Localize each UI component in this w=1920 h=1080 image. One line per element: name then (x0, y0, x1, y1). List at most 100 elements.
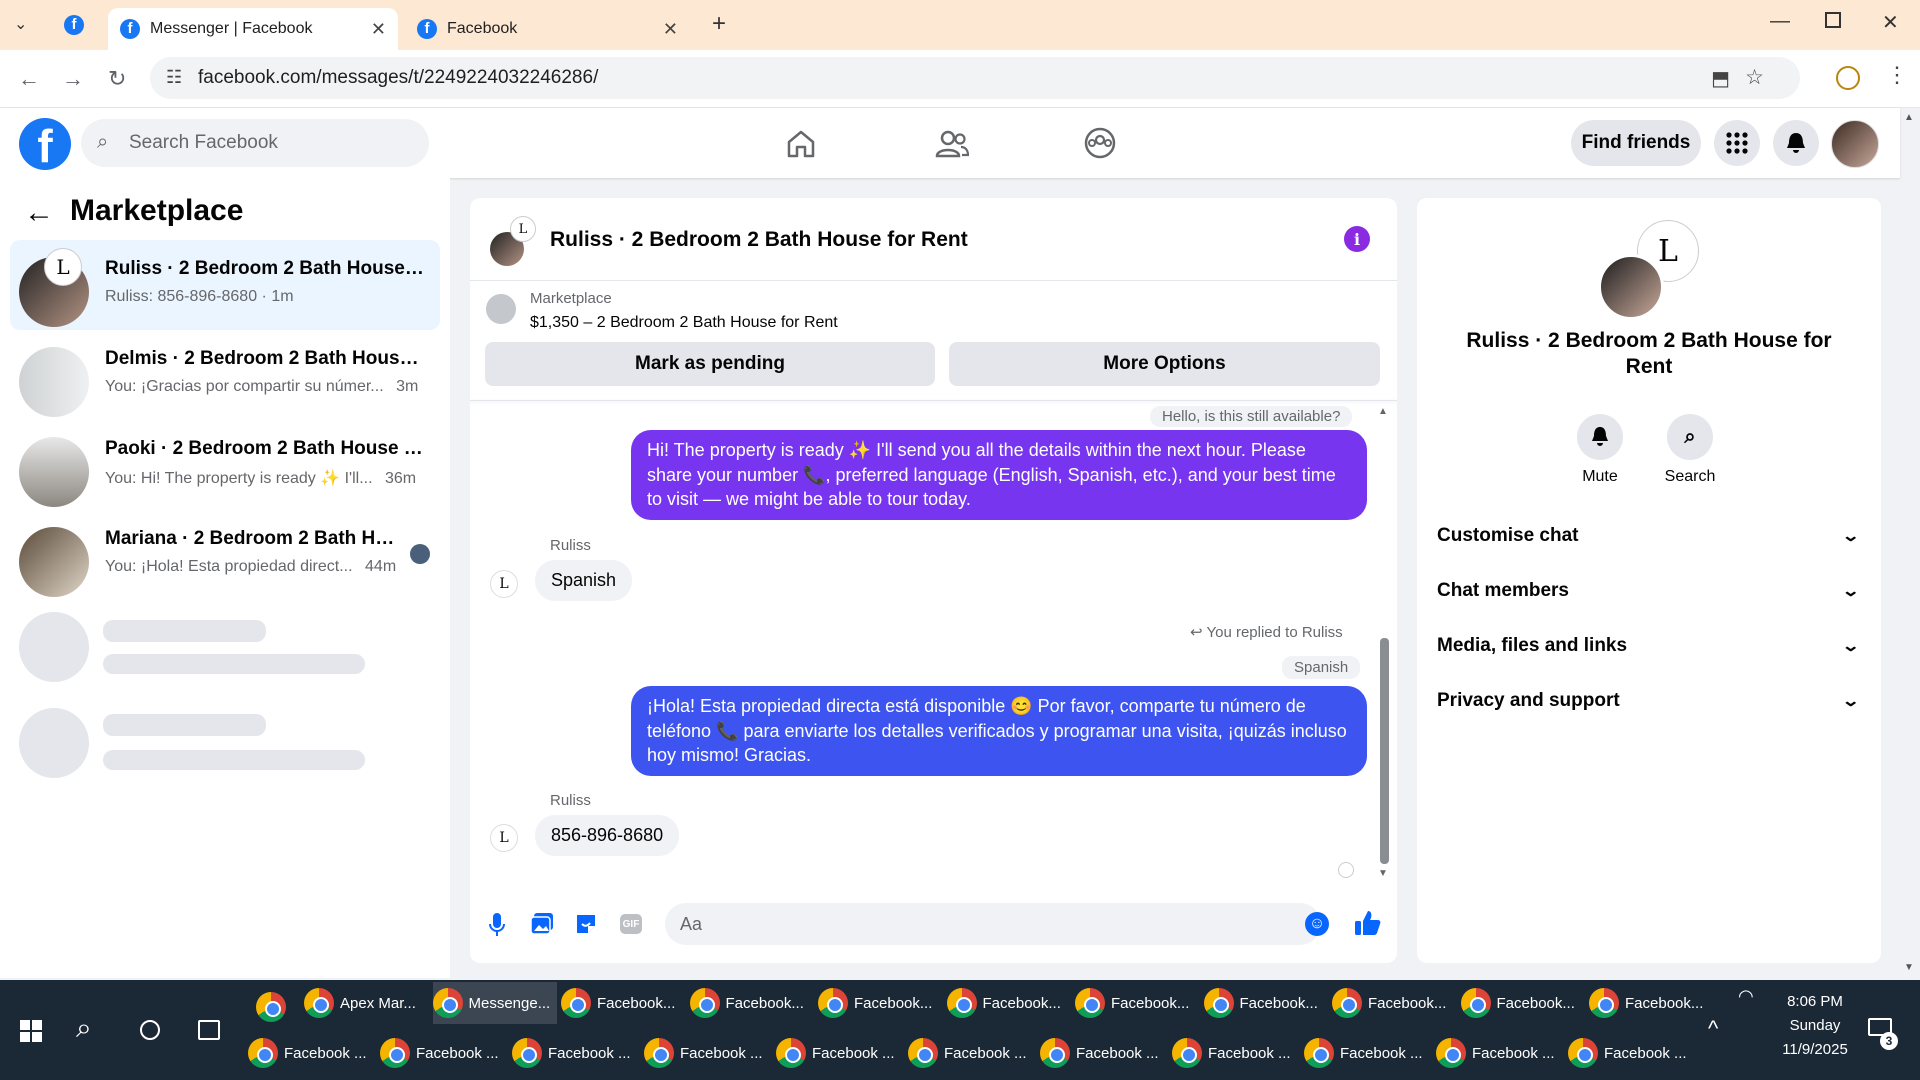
conversation-item-paoki[interactable]: Paoki · 2 Bedroom 2 Bath House f... You:… (10, 420, 440, 510)
taskbar-window-button[interactable]: Facebook ... (1436, 1032, 1564, 1074)
forward-icon[interactable]: → (62, 66, 84, 92)
taskbar-window-button[interactable]: Facebook ... (644, 1032, 772, 1074)
mute-button[interactable] (1577, 414, 1623, 460)
conversation-item-mariana[interactable]: Mariana · 2 Bedroom 2 Bath Ho... You: ¡H… (10, 510, 440, 600)
browser-address-bar: ← → ↻ ☷ facebook.com/messages/t/22492240… (0, 50, 1920, 108)
facebook-pinned-tab-icon[interactable]: f (64, 15, 84, 35)
sticker-icon[interactable] (574, 912, 598, 936)
facebook-logo-icon[interactable]: f (19, 118, 71, 170)
restore-window-icon[interactable] (1825, 12, 1841, 28)
outgoing-message[interactable]: Hi! The property is ready ✨ I'll send yo… (631, 430, 1367, 520)
taskbar-window-button[interactable]: Facebook ... (1172, 1032, 1300, 1074)
photo-icon[interactable] (530, 912, 554, 936)
taskbar-window-button[interactable]: Apex Mar... (304, 982, 428, 1024)
windows-start-icon[interactable] (20, 1020, 42, 1042)
close-tab-icon[interactable]: ✕ (663, 19, 678, 40)
taskbar-window-button[interactable]: Facebook... (1589, 982, 1713, 1024)
taskbar-window-button[interactable]: Facebook... (689, 982, 814, 1024)
taskbar-window-button[interactable]: Facebook ... (248, 1032, 376, 1074)
outgoing-message[interactable]: ¡Hola! Esta propiedad directa está dispo… (631, 686, 1367, 776)
profile-avatar[interactable] (1598, 254, 1664, 320)
taskbar-window-button[interactable]: Facebook ... (1568, 1032, 1696, 1074)
friends-icon[interactable] (935, 128, 969, 160)
chat-header-title[interactable]: Ruliss · 2 Bedroom 2 Bath House for Rent (550, 228, 968, 252)
back-arrow-icon[interactable]: ← (24, 196, 54, 230)
microphone-icon[interactable] (488, 912, 506, 938)
mark-as-pending-button[interactable]: Mark as pending (485, 342, 935, 386)
more-options-button[interactable]: More Options (949, 342, 1380, 386)
taskbar-window-button[interactable]: Messenge... (432, 982, 557, 1024)
menu-grid-icon[interactable] (1714, 120, 1760, 166)
info-icon[interactable]: i (1344, 226, 1370, 252)
taskbar-window-button[interactable]: Facebook... (818, 982, 942, 1024)
chrome-icon (1460, 988, 1491, 1018)
emoji-icon[interactable]: ☺ (1305, 912, 1329, 936)
sender-avatar[interactable]: L (490, 824, 518, 852)
bookmark-star-icon[interactable]: ☆ (1745, 65, 1764, 90)
taskbar-window-button[interactable]: Facebook... (1460, 982, 1585, 1024)
sender-avatar[interactable]: L (490, 570, 518, 598)
incoming-message[interactable]: Spanish (535, 560, 633, 601)
taskbar-window-button[interactable]: Facebook... (1203, 982, 1328, 1024)
install-app-icon[interactable]: ⬒ (1711, 66, 1730, 91)
page-scroll-down-icon[interactable]: ▼ (1904, 962, 1914, 973)
taskbar-window-button[interactable]: Facebook ... (1304, 1032, 1432, 1074)
task-view-icon[interactable] (198, 1020, 220, 1040)
scrollbar-thumb[interactable] (1380, 638, 1389, 864)
browser-menu-icon[interactable]: ⋮ (1886, 62, 1908, 88)
sender-name: Ruliss (550, 537, 591, 554)
back-icon[interactable]: ← (18, 66, 40, 92)
gif-icon[interactable]: GIF (620, 914, 642, 934)
taskbar-window-button[interactable]: Facebook... (561, 982, 685, 1024)
media-files-links-row[interactable]: Media, files and links ⌄ (1437, 626, 1860, 666)
chat-members-row[interactable]: Chat members ⌄ (1437, 571, 1860, 611)
search-icon[interactable]: ⌕ (76, 1012, 92, 1045)
tab-facebook[interactable]: f Facebook ✕ (405, 8, 690, 50)
reload-icon[interactable]: ↻ (108, 66, 126, 92)
wifi-icon[interactable]: ◠ (1738, 986, 1754, 1007)
taskbar-window-button[interactable]: Facebook ... (512, 1032, 640, 1074)
tab-list-icon[interactable]: ⌄ (14, 14, 27, 34)
profile-icon[interactable] (1836, 66, 1860, 90)
notifications-bell-icon[interactable] (1773, 120, 1819, 166)
taskbar-window-button[interactable]: Facebook ... (908, 1032, 1036, 1074)
thumbs-up-icon[interactable] (1354, 909, 1382, 937)
groups-icon[interactable] (1083, 126, 1117, 160)
site-info-icon[interactable]: ☷ (166, 67, 182, 88)
close-window-icon[interactable]: ✕ (1882, 10, 1899, 35)
conversation-title: Paoki · 2 Bedroom 2 Bath House f... (105, 438, 425, 459)
taskbar-window-button[interactable]: Facebook... (946, 982, 1071, 1024)
conversation-item-ruliss[interactable]: L Ruliss · 2 Bedroom 2 Bath House f... R… (10, 240, 440, 330)
account-avatar[interactable] (1831, 120, 1879, 168)
close-tab-icon[interactable]: ✕ (371, 19, 386, 40)
taskbar-window-button[interactable]: Facebook... (1075, 982, 1199, 1024)
minimize-window-icon[interactable]: — (1770, 10, 1790, 33)
search-in-chat-button[interactable]: ⌕ (1667, 414, 1713, 460)
conversation-snippet: You: ¡Hola! Esta propiedad direct... 44m (105, 558, 397, 575)
chrome-icon[interactable] (256, 992, 286, 1022)
page-scroll-up-icon[interactable]: ▲ (1904, 112, 1914, 123)
privacy-support-row[interactable]: Privacy and support ⌄ (1437, 681, 1860, 721)
scroll-up-icon[interactable]: ▲ (1378, 406, 1388, 417)
taskbar-window-button[interactable]: Facebook ... (1040, 1032, 1168, 1074)
listing-thumbnail[interactable] (486, 294, 516, 324)
conversation-snippet: You: ¡Gracias por compartir su númer... … (105, 378, 419, 395)
clock[interactable]: 8:06 PM Sunday 11/9/2025 (1760, 990, 1870, 1062)
message-input[interactable]: Aa (665, 903, 1321, 945)
conversation-title: Delmis · 2 Bedroom 2 Bath House ... (105, 348, 425, 369)
facebook-search-input[interactable]: ⌕ Search Facebook (81, 119, 429, 167)
cortana-icon[interactable] (140, 1020, 160, 1040)
listing-price[interactable]: $1,350 – 2 Bedroom 2 Bath House for Rent (530, 314, 838, 332)
url-field[interactable]: ☷ facebook.com/messages/t/22492240322462… (150, 57, 1800, 99)
find-friends-button[interactable]: Find friends (1571, 120, 1701, 166)
taskbar-window-button[interactable]: Facebook ... (776, 1032, 904, 1074)
customise-chat-row[interactable]: Customise chat ⌄ (1437, 516, 1860, 556)
incoming-message[interactable]: 856-896-8680 (535, 815, 680, 856)
scroll-down-icon[interactable]: ▼ (1378, 868, 1388, 879)
taskbar-window-button[interactable]: Facebook ... (380, 1032, 508, 1074)
tab-messenger[interactable]: f Messenger | Facebook ✕ (108, 8, 398, 50)
new-tab-icon[interactable]: + (712, 10, 726, 38)
home-icon[interactable] (785, 128, 817, 160)
taskbar-window-button[interactable]: Facebook... (1332, 982, 1456, 1024)
conversation-item-delmis[interactable]: Delmis · 2 Bedroom 2 Bath House ... You:… (10, 330, 440, 420)
